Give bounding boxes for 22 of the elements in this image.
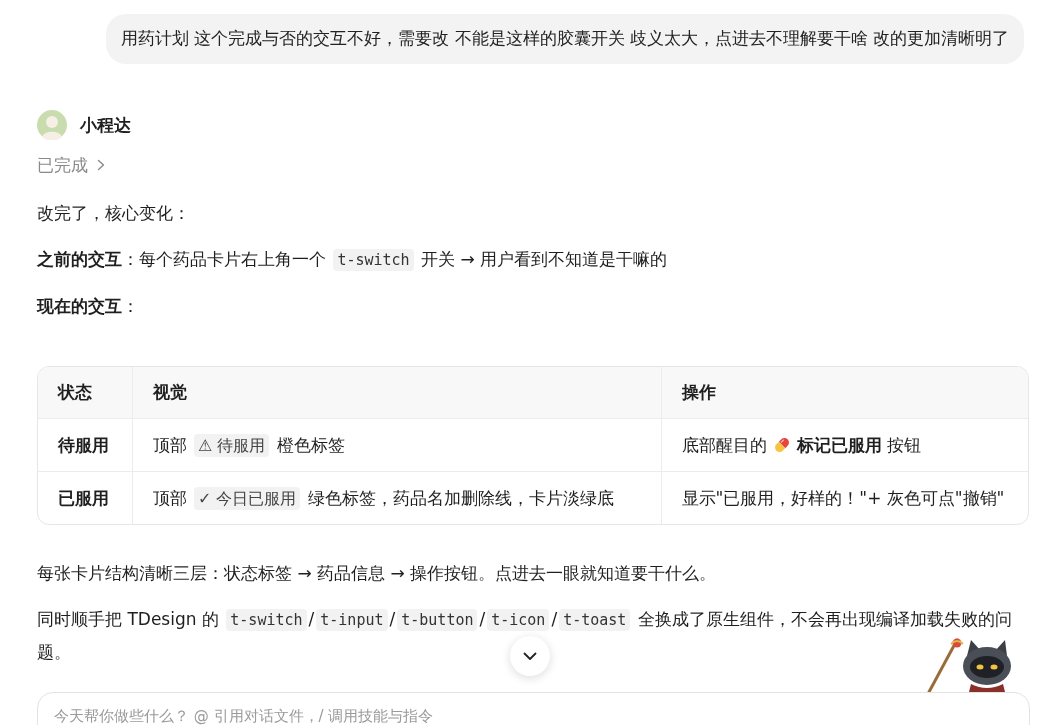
column-header: 操作 xyxy=(681,382,716,402)
message-input[interactable]: 今天帮你做些什么？ @ 引用对话文件，/ 调用技能与指令 xyxy=(37,692,1030,725)
status-toggle[interactable]: 已完成 xyxy=(37,149,105,181)
cell-text: 待服用 xyxy=(58,435,109,455)
scroll-down-button[interactable] xyxy=(509,636,550,676)
message-paragraph: 现在的交互： xyxy=(37,295,140,318)
cell-text: 已服用 xyxy=(58,488,109,508)
user-message-bubble: 用药计划 这个完成与否的交互不好，需要改 不能是这样的胶囊开关 歧义太大，点进去不理解要干啥 改的更加清晰明了 xyxy=(106,14,1024,64)
message-paragraph: 每张卡片结构清晰三层：状态标签 → 药品信息 → 操作按钮。点进去一眼就知道要干什么。 xyxy=(37,562,718,585)
message-paragraph: 改完了，核心变化： xyxy=(37,202,191,225)
cell-text: 顶部 ⚠ 待服用 橙色标签 xyxy=(152,434,345,455)
cell-text: 标记已服用 按钮 xyxy=(796,435,921,455)
column-header: 视觉 xyxy=(152,382,187,402)
cell-text: 底部醒目的 xyxy=(681,435,767,455)
avatar xyxy=(37,110,67,140)
column-header: 状态 xyxy=(58,382,92,402)
cell-text: 顶部 ✓ 今日已服用 绿色标签，药品名加删除线，卡片淡绿底 xyxy=(152,487,614,508)
message-paragraph: 之前的交互：每个药品卡片右上角一个 t-switch 开关 → 用户看到不知道是干嘛的 xyxy=(37,248,669,273)
assistant-name: 小程达 xyxy=(80,114,131,137)
message-paragraph: 同时顺手把 TDesign 的 t-switch / t-input / t-button / t-icon / t-toast 全换成了原生组件，不会再出现编译加载失败的问题。 xyxy=(37,608,1013,664)
chevron-down-icon xyxy=(522,651,537,661)
cell-text: 显示"已服用，好样的！"+ 灰色可点"撤销" xyxy=(681,488,1005,508)
